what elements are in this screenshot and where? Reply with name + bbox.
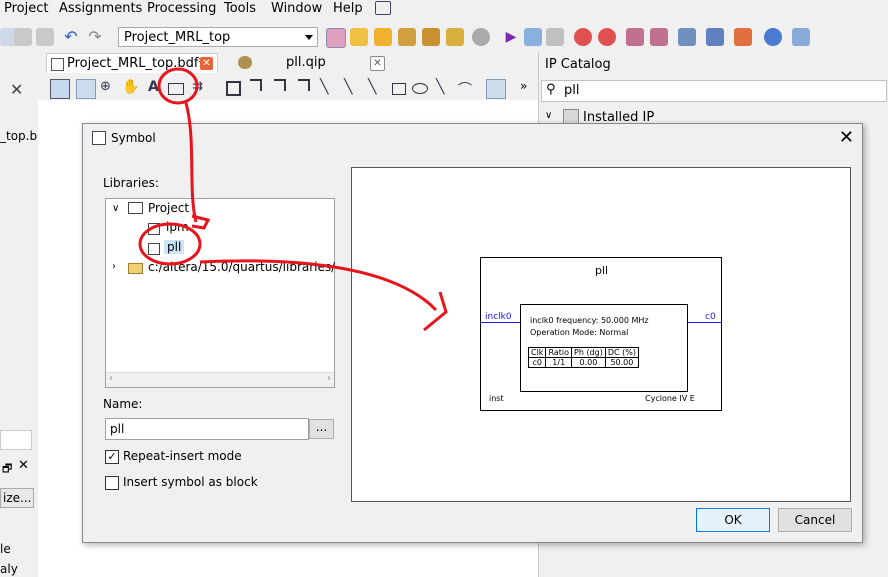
red-annotation-overlay [138,67,448,332]
annotation-line-down [184,102,198,223]
annotation-arrowhead-small [191,214,211,230]
annotation-circle-pll [138,222,202,266]
annotation-circle-toolbar [157,67,199,105]
annotation-arrowhead [423,291,448,332]
annotation-arrow-curve [199,259,438,312]
